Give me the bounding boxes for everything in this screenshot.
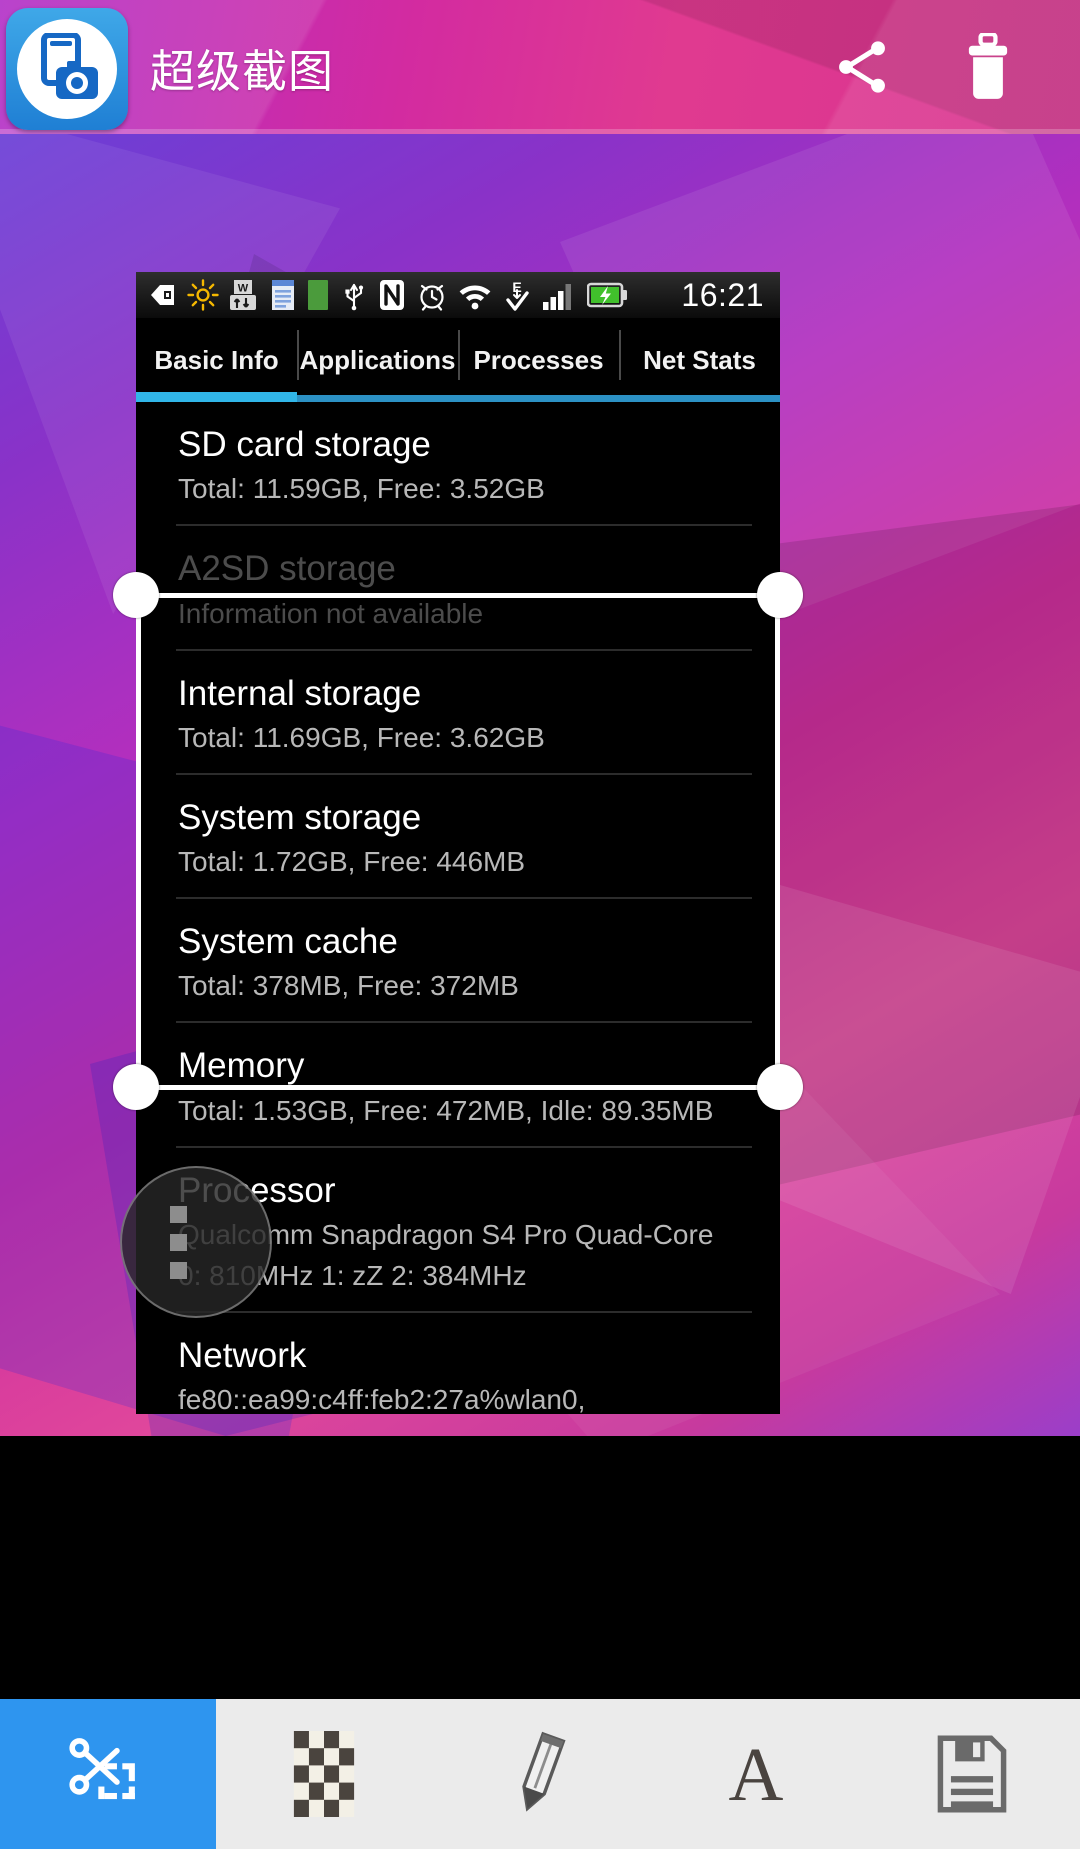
mosaic-tool[interactable] (216, 1699, 432, 1849)
letter-a-icon: A (729, 1733, 784, 1817)
dot (169, 1205, 187, 1223)
battery-charging-icon (587, 280, 629, 310)
cellular-signal-icon (542, 279, 576, 311)
document-icon (271, 279, 295, 311)
list-item[interactable]: Network fe80::ea99:c4ff:feb2:27a%wlan0, … (136, 1313, 780, 1414)
tab-label: Processes (473, 344, 604, 375)
tab-applications[interactable]: Applications (297, 318, 458, 402)
list-item[interactable]: System cache Total: 378MB, Free: 372MB (136, 899, 780, 1021)
row-title: Memory (178, 1046, 305, 1086)
scissors-crop-icon (69, 1738, 135, 1800)
green-square-icon (306, 279, 330, 311)
usb-icon (341, 279, 367, 311)
tab-label: Basic Info (154, 344, 279, 375)
wifi-transfer-icon: W (230, 279, 260, 311)
draw-tool[interactable] (432, 1699, 648, 1849)
dot (169, 1233, 187, 1251)
delete-icon[interactable] (952, 31, 1024, 103)
tab-underline (619, 395, 780, 402)
row-subtitle: fe80::ea99:c4ff:feb2:27a%wlan0, 192.168.… (178, 1384, 586, 1414)
svg-text:W: W (238, 283, 249, 295)
row-subtitle: Total: 11.69GB, Free: 3.62GB (178, 721, 545, 753)
dot (169, 1261, 187, 1279)
tab-underline (136, 392, 297, 402)
row-subtitle: Total: 378MB, Free: 372MB (178, 970, 519, 1002)
row-title: Network (178, 1336, 307, 1376)
tab-net-stats[interactable]: Net Stats (619, 318, 780, 402)
edge-network-icon: E (503, 279, 531, 311)
tab-label: Net Stats (643, 344, 756, 375)
crop-tool[interactable] (0, 1699, 216, 1849)
status-bar-clock: 16:21 (681, 276, 764, 313)
row-title: SD card storage (178, 425, 431, 464)
alarm-clock-icon (417, 279, 447, 311)
tab-underline (297, 395, 458, 402)
brightness-sun-icon (187, 279, 219, 311)
tab-label: Applications (299, 344, 456, 375)
three-dots-icon (169, 1205, 187, 1279)
row-title: System cache (178, 922, 398, 962)
row-subtitle: Total: 11.59GB, Free: 3.52GB (178, 473, 545, 505)
checkerboard-mosaic-icon (293, 1731, 355, 1817)
list-item[interactable]: SD card storage Total: 11.59GB, Free: 3.… (136, 402, 780, 524)
trash-glyph (968, 33, 1008, 99)
list-item[interactable]: Memory Total: 1.53GB, Free: 472MB, Idle:… (136, 1023, 780, 1145)
save-tool[interactable] (864, 1699, 1080, 1849)
app-icon-disc (17, 19, 117, 119)
row-subtitle: Total: 1.53GB, Free: 472MB, Idle: 89.35M… (178, 1094, 714, 1126)
tab-processes[interactable]: Processes (458, 318, 619, 402)
share-glyph (839, 41, 885, 93)
list-item[interactable]: Internal storage Total: 11.69GB, Free: 3… (136, 651, 780, 773)
floppy-save-icon (937, 1735, 1007, 1813)
screenshot-app-icon (6, 8, 128, 130)
row-title: Processor (178, 1170, 336, 1210)
text-tool[interactable]: A (648, 1699, 864, 1849)
app-title: 超级截图 (150, 45, 335, 97)
wifi-signal-icon (458, 279, 492, 311)
app-header-bar: 超级截图 (0, 0, 1080, 134)
editor-toolbar: A (0, 1699, 1080, 1849)
tab-underline (458, 395, 619, 402)
row-subtitle: Information not available (178, 597, 484, 629)
list-item[interactable]: A2SD storage Information not available (136, 526, 780, 648)
android-status-bar: W E 16:21 (136, 272, 780, 318)
tab-bar: Basic Info Applications Processes Net St… (136, 318, 780, 402)
row-title: A2SD storage (178, 549, 396, 589)
tab-basic-info[interactable]: Basic Info (136, 318, 297, 402)
back-arrow-icon (150, 283, 176, 307)
phone-camera-glyph (41, 33, 98, 99)
app-header-actions (826, 31, 1080, 103)
share-icon[interactable] (826, 31, 898, 103)
pencil-icon (522, 1731, 566, 1812)
row-subtitle: Total: 1.72GB, Free: 446MB (178, 846, 526, 878)
row-title: System storage (178, 797, 422, 837)
list-item[interactable]: System storage Total: 1.72GB, Free: 446M… (136, 775, 780, 897)
floating-menu-widget[interactable] (120, 1166, 272, 1318)
svg-text:A: A (729, 1733, 784, 1817)
nfc-icon (378, 279, 406, 311)
row-title: Internal storage (178, 673, 422, 713)
